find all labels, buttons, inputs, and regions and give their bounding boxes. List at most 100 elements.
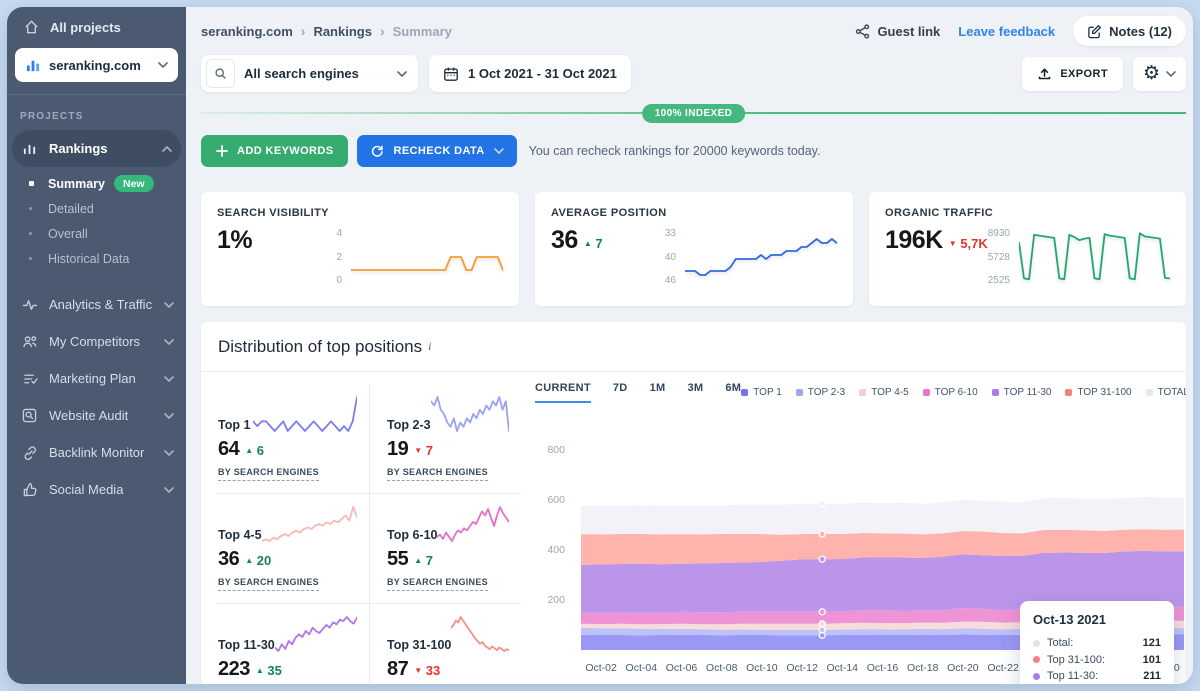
legend-total[interactable]: TOTAL — [1146, 387, 1186, 398]
tile-value: 64 — [218, 438, 239, 461]
tile-top31-100: Top 31-100 87 ▼ 33 BY SEARCH ENGINES — [369, 604, 521, 684]
search-visibility-card: SEARCH VISIBILITY 1% 420 — [201, 192, 519, 306]
new-badge: New — [114, 175, 154, 192]
tab-6m[interactable]: 6M — [725, 382, 741, 403]
sidebar-item-social-media[interactable]: Social Media — [7, 471, 186, 508]
legend-top6-10[interactable]: TOP 6-10 — [923, 387, 978, 398]
project-selector[interactable]: seranking.com — [15, 48, 178, 82]
search-engines-select[interactable]: All search engines — [201, 55, 418, 92]
legend-swatch — [796, 389, 803, 396]
sidebar-subitem-detailed[interactable]: Detailed — [7, 196, 186, 221]
chevron-down-icon — [494, 148, 504, 154]
tooltip-date: Oct-13 2021 — [1033, 612, 1161, 627]
indexed-badge: 100% INDEXED — [642, 104, 746, 123]
top6-10-sparkline — [437, 504, 509, 544]
export-button[interactable]: EXPORT — [1022, 57, 1123, 91]
sidebar-subitem-historical-data[interactable]: Historical Data — [7, 246, 186, 271]
sidebar-item-label: Rankings — [49, 141, 108, 156]
sidebar-subitem-overall[interactable]: Overall — [7, 221, 186, 246]
all-projects-link[interactable]: All projects — [7, 7, 186, 44]
tab-7d[interactable]: 7D — [613, 382, 628, 403]
tile-top4-5: Top 4-5 36 ▲ 20 BY SEARCH ENGINES — [217, 494, 369, 603]
notes-button[interactable]: Notes (12) — [1073, 16, 1186, 46]
plus-icon — [216, 145, 228, 157]
sidebar-subitem-summary[interactable]: Summary New — [7, 171, 186, 196]
chevron-down-icon — [164, 376, 174, 382]
by-search-engines-link[interactable]: BY SEARCH ENGINES — [218, 467, 319, 481]
breadcrumb-separator: › — [301, 23, 306, 39]
y-tick-label: 400 — [547, 544, 565, 556]
up-arrow-icon: ▲ — [245, 556, 253, 565]
date-range-picker[interactable]: 1 Oct 2021 - 31 Oct 2021 — [429, 55, 631, 92]
x-tick-label: Oct-20 — [947, 662, 979, 674]
sidebar-item-website-audit[interactable]: Website Audit — [7, 397, 186, 434]
up-arrow-icon: ▲ — [584, 239, 592, 248]
guest-link-label: Guest link — [877, 24, 940, 39]
tab-current[interactable]: CURRENT — [535, 382, 591, 403]
breadcrumb-project[interactable]: seranking.com — [201, 24, 293, 39]
spark-y-labels: 893057282525 — [977, 228, 1019, 286]
period-tabs: CURRENT 7D 1M 3M 6M — [535, 382, 741, 403]
x-tick-label: Oct-04 — [626, 662, 658, 674]
breadcrumb: seranking.com › Rankings › Summary — [201, 23, 452, 39]
tile-label: Top 4-5 — [218, 528, 262, 544]
info-icon[interactable]: i — [428, 339, 431, 354]
guest-link-button[interactable]: Guest link — [855, 24, 940, 39]
legend-top31-100[interactable]: TOP 31-100 — [1065, 387, 1131, 398]
x-tick-label: Oct-22 — [987, 662, 1019, 674]
leave-feedback-link[interactable]: Leave feedback — [958, 24, 1055, 39]
tile-top2-3: Top 2-3 19 ▼ 7 BY SEARCH ENGINES — [369, 384, 521, 493]
organic-traffic-card: ORGANIC TRAFFIC 196K ▼ 5,7K 893057282525 — [869, 192, 1186, 306]
breadcrumb-rankings[interactable]: Rankings — [313, 24, 372, 39]
tab-1m[interactable]: 1M — [650, 382, 666, 403]
legend-swatch — [741, 389, 748, 396]
legend-top2-3[interactable]: TOP 2-3 — [796, 387, 845, 398]
tile-top11-30: Top 11-30 223 ▲ 35 BY SEARCH ENGINES — [217, 604, 369, 684]
stat-cards-row: SEARCH VISIBILITY 1% 420 AVERAGE POSITIO… — [201, 192, 1186, 306]
tile-delta: ▼ 33 — [414, 663, 440, 678]
series-dot — [1033, 673, 1040, 680]
main-content: seranking.com › Rankings › Summary Guest… — [186, 7, 1193, 684]
analytics-pulse-icon — [21, 298, 38, 312]
tooltip-row: Top 31-100:101 — [1033, 652, 1161, 669]
recheck-data-button[interactable]: RECHECK DATA — [357, 135, 516, 167]
export-label: EXPORT — [1060, 68, 1108, 80]
settings-button[interactable]: ⚙ — [1133, 57, 1186, 91]
card-value: 36 — [551, 228, 578, 253]
search-icon — [206, 59, 235, 88]
by-search-engines-link[interactable]: BY SEARCH ENGINES — [387, 467, 488, 481]
legend-swatch — [992, 389, 999, 396]
sidebar-item-marketing-plan[interactable]: Marketing Plan — [7, 360, 186, 397]
sidebar-item-backlink-monitor[interactable]: Backlink Monitor — [7, 434, 186, 471]
breadcrumb-summary: Summary — [393, 24, 452, 39]
top-bar: seranking.com › Rankings › Summary Guest… — [201, 20, 1186, 42]
up-arrow-icon: ▲ — [245, 446, 253, 455]
by-search-engines-link[interactable]: BY SEARCH ENGINES — [387, 577, 488, 591]
tile-value: 87 — [387, 658, 408, 681]
sidebar-item-rankings[interactable]: Rankings — [12, 130, 181, 167]
share-icon — [855, 24, 870, 39]
controls-row: All search engines 1 Oct 2021 - 31 Oct 2… — [201, 55, 1186, 92]
subitem-label: Summary — [48, 177, 105, 191]
top11-30-sparkline — [275, 614, 357, 654]
tab-3m[interactable]: 3M — [687, 382, 703, 403]
sidebar-item-my-competitors[interactable]: My Competitors — [7, 323, 186, 360]
by-search-engines-link[interactable]: BY SEARCH ENGINES — [218, 577, 319, 591]
y-tick-label: 600 — [547, 494, 565, 506]
legend-top4-5[interactable]: TOP 4-5 — [859, 387, 908, 398]
legend-top1[interactable]: TOP 1 — [741, 387, 782, 398]
sidebar-item-analytics-traffic[interactable]: Analytics & Traffic — [7, 286, 186, 323]
tooltip-row: Total:121 — [1033, 635, 1161, 652]
all-projects-label: All projects — [50, 20, 121, 35]
down-arrow-icon: ▼ — [414, 666, 422, 675]
card-delta: ▲ 7 — [584, 236, 603, 251]
add-keywords-button[interactable]: ADD KEYWORDS — [201, 135, 348, 167]
down-arrow-icon: ▼ — [414, 446, 422, 455]
chevron-down-icon — [164, 339, 174, 345]
tile-label: Top 11-30 — [218, 638, 275, 654]
spark-y-labels: 420 — [309, 228, 351, 286]
top31-100-sparkline — [451, 614, 509, 654]
y-axis-labels: 200400600800 — [535, 438, 573, 650]
legend-top11-30[interactable]: TOP 11-30 — [992, 387, 1052, 398]
card-value: 196K — [885, 228, 943, 253]
